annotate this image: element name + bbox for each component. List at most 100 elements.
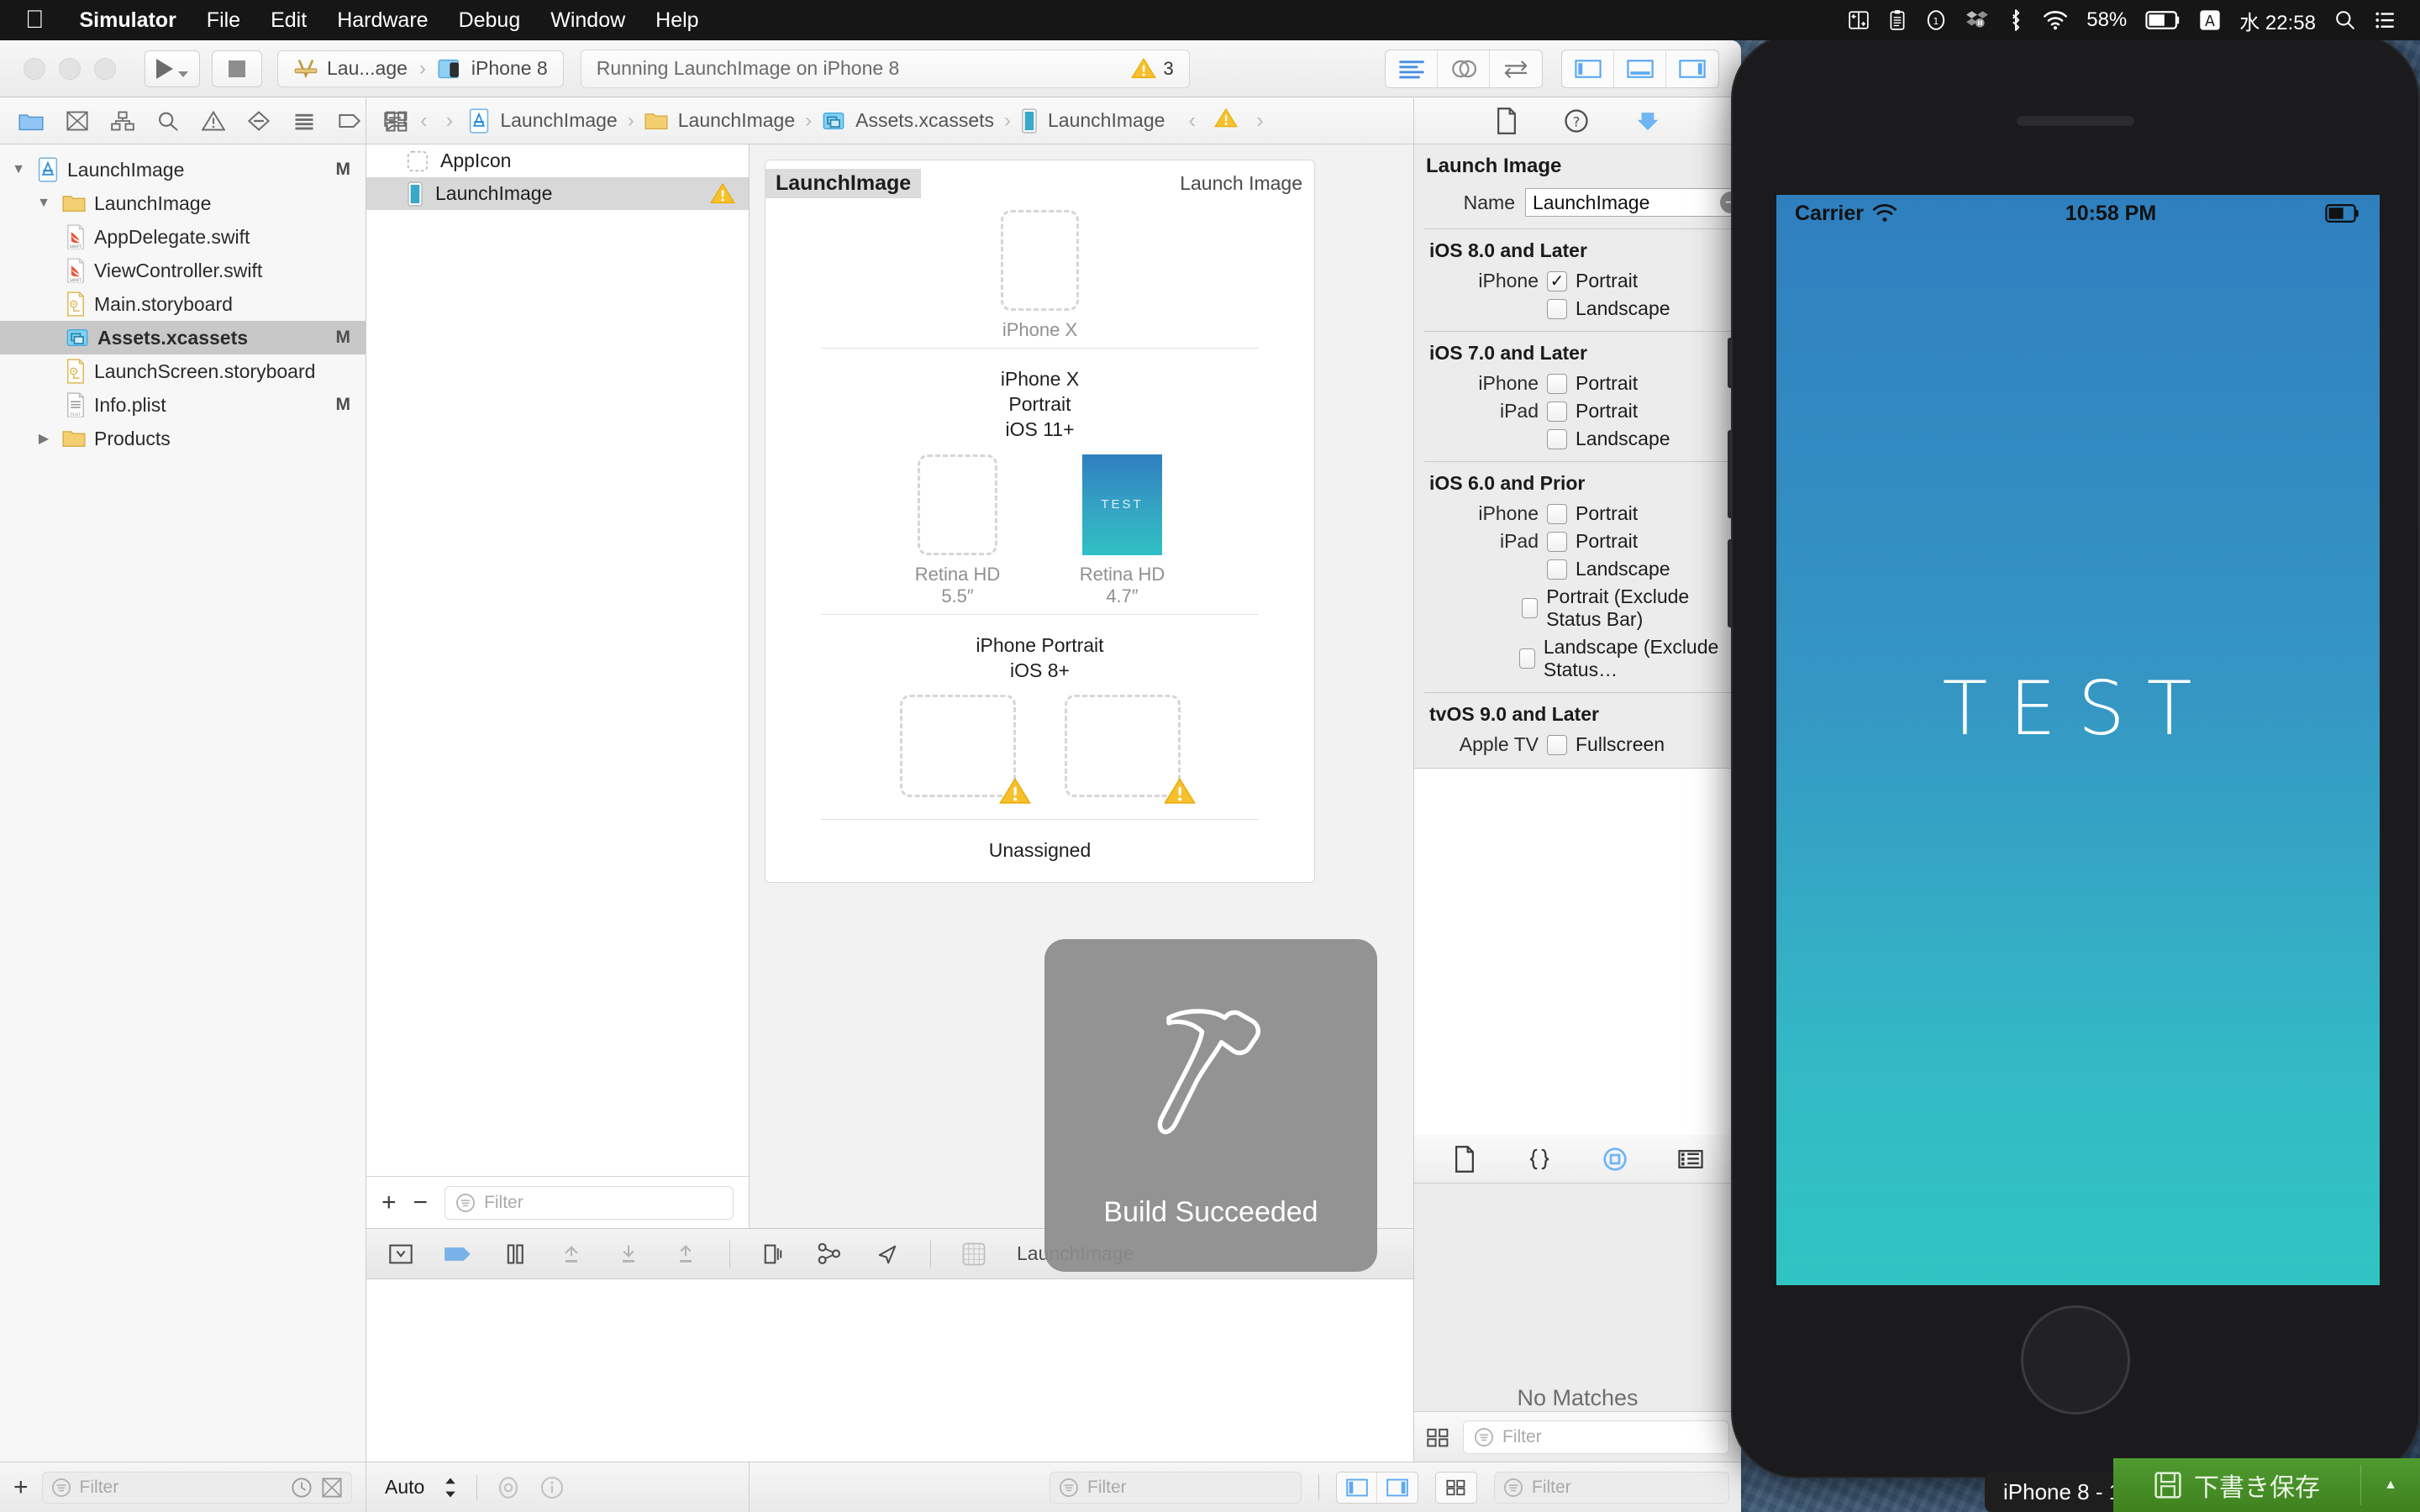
spotlight-search-icon[interactable] — [2334, 9, 2356, 31]
clipboard-icon[interactable] — [1888, 9, 1907, 31]
crumb-item-2[interactable]: Assets.xcassets — [855, 109, 994, 132]
show-variables-only-button[interactable] — [1377, 1473, 1418, 1503]
crumb-item-1[interactable]: LaunchImage — [678, 109, 795, 132]
menu-window[interactable]: Window — [535, 8, 640, 33]
checkbox-row[interactable]: iPhone Portrait — [1414, 370, 1741, 397]
test-navigator-icon[interactable] — [247, 110, 271, 132]
tree-row[interactable]: ▼ LaunchImage — [0, 186, 366, 220]
image-slot[interactable] — [899, 695, 1031, 805]
project-navigator-icon[interactable] — [18, 110, 44, 132]
find-navigator-icon[interactable] — [156, 110, 180, 132]
memory-graph-icon[interactable] — [816, 1242, 844, 1266]
toggle-debug-area-button[interactable] — [1614, 50, 1666, 87]
iphone-simulator-window[interactable]: Carrier 10:58 PM TEST — [1728, 34, 2420, 1478]
breakpoint-navigator-icon[interactable] — [338, 110, 361, 132]
view-toggle-segments[interactable] — [1561, 49, 1719, 88]
menu-clock[interactable]: 水 22:58 — [2239, 6, 2316, 35]
asset-filter-input[interactable]: Filter — [445, 1185, 734, 1220]
crumb-item-0[interactable]: LaunchImage — [500, 109, 617, 132]
issue-navigator-icon[interactable] — [202, 110, 225, 132]
remove-asset-button[interactable]: − — [413, 1189, 429, 1215]
run-button[interactable] — [145, 50, 200, 87]
step-out-icon[interactable] — [672, 1242, 699, 1266]
checkbox[interactable] — [1547, 734, 1567, 755]
step-into-icon[interactable] — [615, 1242, 642, 1266]
library-grid-toggle-icon[interactable] — [1426, 1425, 1451, 1449]
disclosure-triangle-icon[interactable]: ▶ — [34, 430, 54, 447]
checkbox[interactable] — [1547, 401, 1567, 422]
info-icon[interactable] — [539, 1475, 565, 1500]
standard-editor-button[interactable] — [1386, 50, 1438, 87]
crumb-warning-icon[interactable] — [1214, 108, 1238, 134]
battery-percent-label[interactable]: 58% — [2086, 8, 2127, 32]
library-bottom-filter-input[interactable]: Filter — [1494, 1471, 1729, 1504]
crumb-issue-arrows[interactable]: ‹ › — [1188, 108, 1263, 134]
do-not-disturb-icon[interactable]: 1 — [1925, 9, 1947, 31]
toggle-utilities-button[interactable] — [1666, 50, 1718, 87]
disclosure-triangle-icon[interactable]: ▼ — [34, 196, 54, 211]
scheme-selector[interactable]: Lau...age › iPhone 8 — [277, 50, 564, 87]
library-layout-segments[interactable] — [1435, 1471, 1477, 1504]
back-button[interactable]: ‹ — [420, 108, 428, 134]
view-debugging-icon[interactable] — [760, 1242, 786, 1266]
checkbox-row[interactable]: iPhone Portrait — [1414, 500, 1741, 528]
checkbox-row[interactable]: Portrait (Exclude Status Bar) — [1414, 583, 1741, 633]
checkbox[interactable] — [1547, 373, 1567, 394]
save-draft-button[interactable]: 下書き保存 ▲ — [2113, 1458, 2420, 1512]
stop-button[interactable] — [212, 50, 262, 87]
checkbox-row[interactable]: iPad Portrait — [1414, 397, 1741, 425]
breakpoints-icon[interactable] — [444, 1242, 472, 1266]
tree-row[interactable]: Main.storyboard — [0, 287, 366, 321]
checkbox-row[interactable]: Apple TV Fullscreen — [1414, 731, 1741, 768]
disclosure-triangle-icon[interactable]: ▼ — [8, 162, 29, 177]
forward-button[interactable]: › — [446, 108, 454, 134]
input-source-icon[interactable]: A — [2199, 8, 2221, 32]
volume-down-button[interactable] — [1728, 539, 1733, 627]
minimize-window-button[interactable] — [59, 57, 81, 80]
checkbox[interactable] — [1518, 648, 1535, 669]
location-simulate-icon[interactable] — [875, 1242, 900, 1266]
pause-icon[interactable] — [502, 1242, 528, 1266]
menu-simulator[interactable]: Simulator — [65, 8, 192, 33]
wifi-icon[interactable] — [2043, 10, 2068, 30]
image-slot[interactable] — [918, 454, 997, 555]
crumb-prev-issue-button[interactable]: ‹ — [1188, 108, 1196, 134]
notification-center-icon[interactable] — [2375, 10, 2396, 30]
tree-row[interactable]: PLIST Info.plist M — [0, 388, 366, 422]
apple-logo-icon[interactable]:  — [25, 8, 45, 33]
library-grid-view-button[interactable] — [1436, 1473, 1476, 1503]
window-traffic-lights[interactable] — [24, 57, 116, 80]
preview-eye-icon[interactable] — [496, 1475, 521, 1500]
recent-files-filter-icon[interactable] — [291, 1477, 313, 1499]
image-slot[interactable] — [1001, 210, 1079, 311]
show-console-only-button[interactable] — [1337, 1472, 1377, 1503]
asset-row-appicon[interactable]: AppIcon — [366, 144, 749, 177]
menu-hardware[interactable]: Hardware — [322, 8, 443, 33]
debug-view-segments[interactable] — [1336, 1471, 1418, 1504]
activity-status-view[interactable]: Running LaunchImage on iPhone 8 3 — [580, 49, 1190, 88]
checkbox[interactable] — [1547, 428, 1567, 449]
menu-edit[interactable]: Edit — [255, 8, 322, 33]
checkbox-row[interactable]: Landscape — [1414, 295, 1741, 323]
checkbox-row[interactable]: Landscape — [1414, 555, 1741, 583]
code-snippet-library-tab[interactable] — [1526, 1147, 1553, 1172]
mute-switch[interactable] — [1728, 338, 1733, 388]
crumb-history-arrows[interactable]: ‹ › — [420, 108, 453, 134]
tree-row-assets-xcassets[interactable]: Assets.xcassets M — [0, 321, 366, 354]
zoom-window-button[interactable] — [94, 57, 116, 80]
tree-row[interactable]: LaunchScreen.storyboard — [0, 354, 366, 388]
volume-up-button[interactable] — [1728, 430, 1733, 518]
step-over-icon[interactable] — [558, 1242, 585, 1266]
menu-debug[interactable]: Debug — [444, 8, 536, 33]
crumb-next-issue-button[interactable]: › — [1256, 108, 1264, 134]
debug-console-area[interactable] — [366, 1278, 1413, 1462]
crumb-item-3[interactable]: LaunchImage — [1048, 109, 1165, 132]
checkbox[interactable] — [1547, 298, 1567, 319]
tree-row-products[interactable]: ▶ Products — [0, 422, 366, 455]
console-filter-input[interactable]: Filter — [1050, 1471, 1302, 1504]
symbol-navigator-icon[interactable] — [111, 110, 134, 132]
hide-debug-area-icon[interactable] — [388, 1242, 413, 1266]
checkbox[interactable] — [1547, 270, 1567, 291]
checkbox[interactable] — [1521, 598, 1539, 618]
source-control-navigator-icon[interactable] — [66, 110, 89, 132]
